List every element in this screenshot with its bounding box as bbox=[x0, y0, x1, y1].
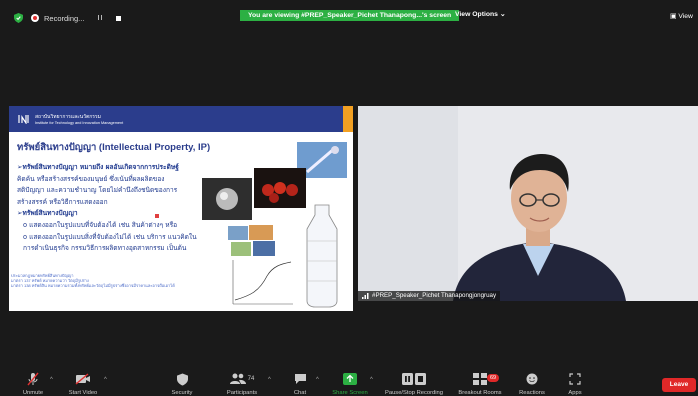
pause-stop-icon bbox=[402, 373, 426, 385]
chat-bubble-icon bbox=[294, 374, 306, 384]
share-screen-caret[interactable]: ^ bbox=[370, 377, 373, 383]
view-options-label: View Options bbox=[455, 11, 498, 18]
chevron-down-icon: ⌄ bbox=[499, 11, 506, 18]
slide-line: สติปัญญา และความชำนาญ โดยไม่คำนึงถึงชนิด… bbox=[17, 186, 178, 195]
viewing-banner: You are viewing #PREP_Speaker_Pichet Tha… bbox=[240, 10, 460, 21]
participants-count: 74 bbox=[247, 376, 255, 382]
sphere-image bbox=[202, 178, 252, 220]
share-screen-label: Share Screen bbox=[332, 390, 368, 396]
slide-sub-bullet: o แสดงออกในรูปแบบที่จับต้องได้ เช่น สินค… bbox=[23, 220, 178, 229]
stop-recording-icon[interactable] bbox=[116, 15, 122, 21]
recording-dot-icon bbox=[31, 14, 39, 22]
recording-label: Recording... bbox=[44, 13, 85, 23]
view-button[interactable]: ▣ View bbox=[670, 12, 693, 20]
reactions-button[interactable]: Reactions bbox=[514, 363, 550, 396]
slide-red-mark bbox=[155, 214, 159, 218]
security-label: Security bbox=[171, 390, 193, 396]
org-name-english: Institute for Technology and Innovation … bbox=[35, 121, 124, 125]
apps-button[interactable]: Apps bbox=[563, 363, 587, 396]
photos-image bbox=[227, 224, 277, 258]
chat-button[interactable]: Chat bbox=[288, 363, 312, 396]
bottle-drawing bbox=[306, 204, 338, 308]
unmute-button[interactable]: Unmute bbox=[18, 363, 48, 396]
speaker-portrait bbox=[358, 106, 698, 301]
patent-drawing bbox=[232, 260, 293, 305]
chat-label: Chat bbox=[293, 390, 307, 396]
apps-label: Apps bbox=[568, 390, 582, 396]
start-video-label: Start Video bbox=[68, 390, 98, 396]
participants-caret[interactable]: ^ bbox=[268, 377, 271, 383]
top-bar: Recording... II You are viewing #PREP_Sp… bbox=[0, 0, 698, 33]
pause-stop-recording-button[interactable]: Pause/Stop Recording bbox=[380, 363, 448, 396]
slide-org-name: สถาบันวิทยาการและนวัตกรรม Institute for … bbox=[35, 114, 123, 126]
slide-bullet: ➢ทรัพย์สินทางปัญญา หมายถึง ผลอันเกิดจากก… bbox=[17, 163, 179, 171]
slide-header-accent bbox=[343, 106, 353, 132]
pause-recording-icon[interactable]: II bbox=[97, 15, 103, 22]
slide-bullet: ➢ทรัพย์สินทางปัญญา bbox=[17, 209, 78, 218]
microphone-muted-icon bbox=[27, 372, 39, 386]
participants-label: Participants bbox=[226, 390, 258, 396]
slide-footnote: ประมวลกฎหมายทรัพย์สินทางปัญญา มาตรา 137 … bbox=[11, 273, 206, 288]
shield-icon bbox=[176, 372, 188, 386]
shield-icon[interactable] bbox=[14, 13, 23, 23]
recording-indicator: Recording... II bbox=[31, 11, 122, 25]
footnote-line: มาตรา 138 ทรัพย์สิน หมายความรวมทั้งทรัพย… bbox=[11, 283, 175, 288]
view-options-button[interactable]: View Options ⌄ bbox=[455, 10, 506, 18]
unmute-label: Unmute bbox=[22, 390, 44, 396]
slide-line: สร้างสรรค์ หรือวิธีการแสดงออก bbox=[17, 197, 108, 206]
apps-icon bbox=[569, 373, 581, 385]
share-screen-icon bbox=[343, 373, 357, 385]
view-label: View bbox=[678, 13, 693, 20]
video-options-caret[interactable]: ^ bbox=[104, 377, 107, 383]
slide-header: สถาบันวิทยาการและนวัตกรรม Institute for … bbox=[9, 106, 353, 132]
participant-name: #PREP_Speaker_Pichet Thanapongjongruay bbox=[372, 292, 497, 299]
slide-line: การดำเนินธุรกิจ กรรมวิธีการผลิตทางอุตสาห… bbox=[23, 244, 187, 253]
breakout-rooms-button[interactable]: Breakout Rooms bbox=[452, 363, 508, 396]
signal-bars-icon bbox=[362, 293, 369, 299]
grid-icon: ▣ bbox=[670, 13, 677, 20]
reactions-label: Reactions bbox=[519, 390, 545, 396]
breakout-rooms-badge: 69 bbox=[487, 374, 500, 382]
institute-logo bbox=[18, 115, 29, 124]
slide-sub-bullet: o แสดงออกในรูปแบบสิ่งที่จับต้องไม่ได้ เช… bbox=[23, 232, 197, 241]
chat-caret[interactable]: ^ bbox=[316, 377, 319, 383]
leave-button[interactable]: Leave bbox=[662, 378, 696, 392]
participants-icon bbox=[229, 373, 246, 384]
slide-line: คิดค้น หรือสร้างสรรค์ของมนุษย์ ซึ่งเน้นท… bbox=[17, 174, 165, 183]
breakout-rooms-label: Breakout Rooms bbox=[458, 390, 502, 396]
pause-stop-recording-label: Pause/Stop Recording bbox=[384, 390, 443, 396]
zoom-meeting-window: Recording... II You are viewing #PREP_Sp… bbox=[0, 0, 698, 396]
smiley-icon bbox=[526, 373, 538, 385]
audio-options-caret[interactable]: ^ bbox=[50, 377, 53, 383]
slide-body: ➢ทรัพย์สินทางปัญญา หมายถึง ผลอันเกิดจากก… bbox=[17, 162, 212, 255]
shared-screen: สถาบันวิทยาการและนวัตกรรม Institute for … bbox=[9, 106, 353, 311]
participant-name-tag: #PREP_Speaker_Pichet Thanapongjongruay bbox=[358, 291, 501, 301]
slide-title: ทรัพย์สินทางปัญญา (Intellectual Property… bbox=[17, 142, 211, 153]
speaker-video bbox=[358, 106, 698, 301]
start-video-button[interactable]: Start Video bbox=[63, 363, 103, 396]
participants-button[interactable]: 74 Participants bbox=[220, 363, 264, 396]
security-button[interactable]: Security bbox=[168, 363, 196, 396]
video-camera-off-icon bbox=[75, 373, 90, 385]
meeting-toolbar: Unmute ^ Start Video ^ Security 74 Parti… bbox=[0, 363, 698, 396]
share-screen-button[interactable]: Share Screen bbox=[330, 363, 370, 396]
breakout-rooms-icon bbox=[473, 373, 487, 385]
